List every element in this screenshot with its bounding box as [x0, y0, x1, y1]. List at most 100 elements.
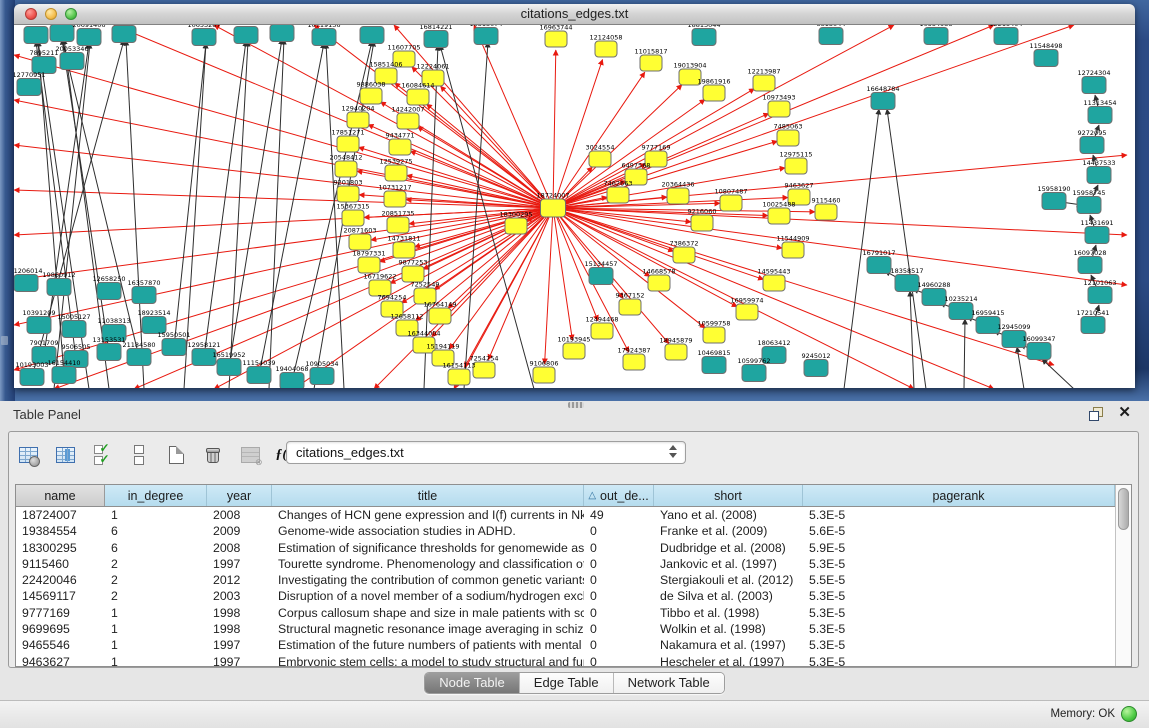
table-row[interactable]: 1456911722003Disruption of a novel membe…	[16, 588, 1115, 604]
table-row[interactable]: 977716911998Corpus callosum shape and si…	[16, 605, 1115, 621]
graph-node[interactable]	[720, 195, 742, 211]
graph-node[interactable]	[533, 367, 555, 383]
column-header-in_degree[interactable]: in_degree	[105, 485, 207, 506]
graph-node[interactable]	[589, 268, 613, 285]
graph-node[interactable]	[132, 287, 156, 304]
graph-node[interactable]	[389, 139, 411, 155]
graph-node[interactable]	[77, 29, 101, 46]
graph-node[interactable]	[337, 136, 359, 152]
network-canvas[interactable]: 2105572412103054206914061605532710653287…	[14, 25, 1135, 388]
graph-node[interactable]	[473, 362, 495, 378]
graph-node[interactable]	[192, 29, 216, 46]
graph-node[interactable]	[424, 31, 448, 48]
graph-node[interactable]	[448, 369, 470, 385]
graph-node[interactable]	[1085, 227, 1109, 244]
graph-node[interactable]	[1034, 50, 1058, 67]
graph-node[interactable]	[976, 317, 1000, 334]
graph-node[interactable]	[545, 31, 567, 47]
graph-node[interactable]	[1027, 343, 1051, 360]
table-settings-icon[interactable]	[15, 442, 41, 468]
graph-node[interactable]	[691, 215, 713, 231]
graph-node[interactable]	[337, 186, 359, 202]
graph-node[interactable]	[768, 101, 790, 117]
graph-node[interactable]	[768, 208, 790, 224]
vertical-scrollbar[interactable]	[1115, 485, 1131, 666]
graph-node[interactable]	[312, 29, 336, 46]
graph-node[interactable]	[607, 187, 629, 203]
graph-node[interactable]	[14, 275, 38, 292]
column-header-short[interactable]: short	[654, 485, 803, 506]
graph-node[interactable]	[280, 373, 304, 389]
graph-node[interactable]	[782, 242, 804, 258]
graph-node[interactable]	[342, 210, 364, 226]
graph-node[interactable]	[112, 26, 136, 43]
close-panel-icon[interactable]: ✕	[1118, 405, 1131, 421]
graph-node[interactable]	[1077, 197, 1101, 214]
tab-network-table[interactable]: Network Table	[613, 673, 724, 693]
graph-node[interactable]	[27, 317, 51, 334]
graph-node[interactable]	[60, 53, 84, 70]
table-row[interactable]: 2242004622012Investigating the contribut…	[16, 572, 1115, 588]
graph-node[interactable]	[736, 304, 758, 320]
graph-node[interactable]	[393, 242, 415, 258]
graph-node[interactable]	[270, 25, 294, 42]
graph-node[interactable]	[335, 161, 357, 177]
graph-node[interactable]	[1088, 107, 1112, 124]
graph-node[interactable]	[702, 357, 726, 374]
graph-node[interactable]	[407, 89, 429, 105]
graph-node[interactable]	[310, 368, 334, 385]
graph-node[interactable]	[763, 275, 785, 291]
graph-node[interactable]	[384, 191, 406, 207]
graph-node[interactable]	[397, 113, 419, 129]
tab-node-table[interactable]: Node Table	[425, 673, 519, 693]
graph-node[interactable]	[648, 275, 670, 291]
graph-node[interactable]	[619, 299, 641, 315]
table-selector-dropdown[interactable]: citations_edges.txt	[286, 441, 686, 464]
graph-node[interactable]	[127, 349, 151, 366]
graph-node[interactable]	[217, 359, 241, 376]
table-row[interactable]: 1872400712008Changes of HCN gene express…	[16, 507, 1115, 523]
graph-node[interactable]	[347, 112, 369, 128]
graph-node[interactable]	[62, 321, 86, 338]
graph-node[interactable]	[703, 85, 725, 101]
graph-node[interactable]	[777, 130, 799, 146]
graph-node[interactable]	[949, 303, 973, 320]
unselect-rows-icon[interactable]	[126, 442, 152, 468]
column-header-title[interactable]: title	[272, 485, 584, 506]
graph-node[interactable]	[673, 247, 695, 263]
graph-node[interactable]	[1082, 77, 1106, 94]
graph-node[interactable]	[924, 28, 948, 45]
graph-node[interactable]	[234, 27, 258, 44]
table-row[interactable]: 1938455462009Genome-wide association stu…	[16, 523, 1115, 539]
graph-node[interactable]	[563, 343, 585, 359]
graph-node[interactable]	[541, 199, 566, 217]
table-row[interactable]: 946362711997Embryonic stem cells: a mode…	[16, 654, 1115, 666]
graph-node[interactable]	[1081, 317, 1105, 334]
graph-node[interactable]	[994, 28, 1018, 45]
graph-node[interactable]	[753, 75, 775, 91]
graph-node[interactable]	[97, 344, 121, 361]
graph-node[interactable]	[785, 158, 807, 174]
graph-node[interactable]	[640, 55, 662, 71]
graph-node[interactable]	[895, 275, 919, 292]
graph-node[interactable]	[17, 79, 41, 96]
graph-node[interactable]	[50, 25, 74, 42]
graph-node[interactable]	[804, 360, 828, 377]
graph-node[interactable]	[162, 339, 186, 356]
graph-node[interactable]	[47, 279, 71, 296]
tab-edge-table[interactable]: Edge Table	[519, 673, 613, 693]
graph-node[interactable]	[387, 217, 409, 233]
graph-node[interactable]	[1078, 257, 1102, 274]
graph-node[interactable]	[742, 365, 766, 382]
graph-node[interactable]	[349, 234, 371, 250]
graph-node[interactable]	[385, 165, 407, 181]
graph-node[interactable]	[24, 27, 48, 44]
column-visibility-icon[interactable]	[52, 442, 78, 468]
graph-node[interactable]	[867, 257, 891, 274]
scrollbar-thumb[interactable]	[1118, 488, 1129, 530]
network-window-titlebar[interactable]: citations_edges.txt	[14, 4, 1135, 25]
column-header-pagerank[interactable]: pagerank	[803, 485, 1115, 506]
float-panel-icon[interactable]	[1089, 407, 1103, 421]
table-row[interactable]: 969969511998Structural magnetic resonanc…	[16, 621, 1115, 637]
table-row[interactable]: 946554611997Estimation of the future num…	[16, 637, 1115, 653]
